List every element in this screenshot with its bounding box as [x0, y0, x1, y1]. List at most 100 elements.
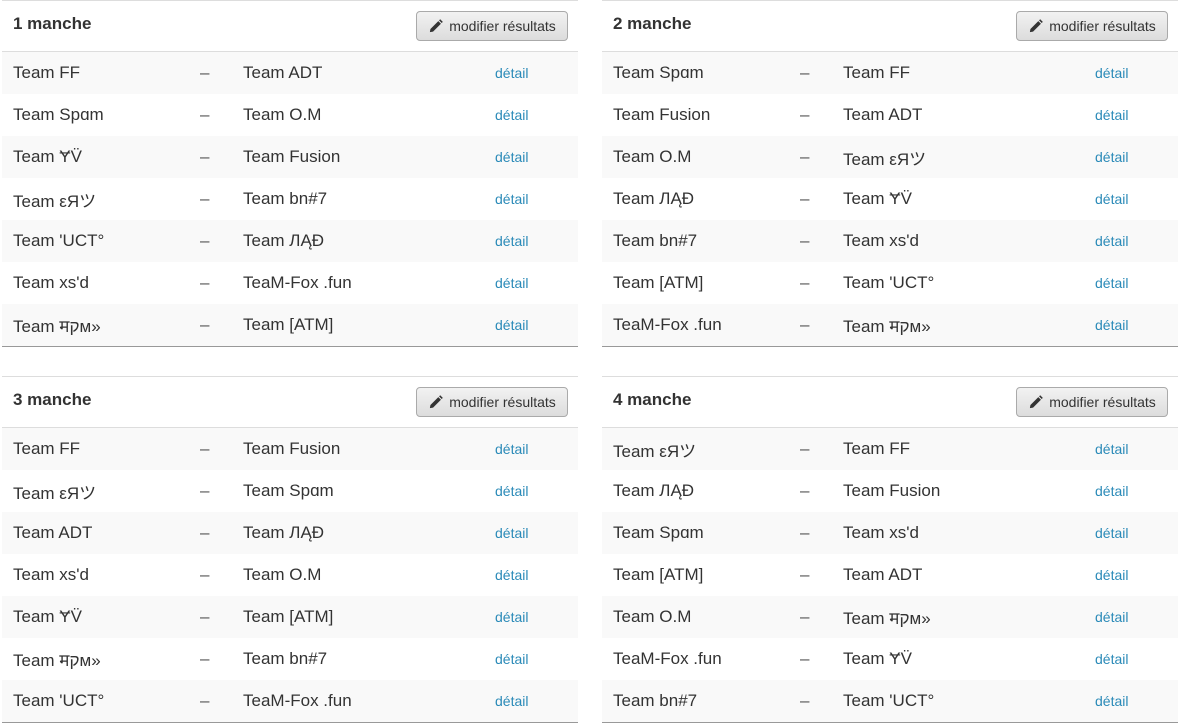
- detail-link[interactable]: détail: [1095, 651, 1128, 667]
- edit-results-button[interactable]: modifier résultats: [1016, 11, 1168, 41]
- detail-link[interactable]: détail: [1095, 233, 1128, 249]
- pencil-icon: [428, 394, 444, 410]
- detail-link[interactable]: détail: [495, 65, 528, 81]
- pencil-icon: [1028, 18, 1044, 34]
- home-team: Team bn#7: [613, 231, 698, 250]
- detail-link[interactable]: détail: [495, 651, 528, 667]
- away-team: Team [ATM]: [243, 315, 334, 334]
- versus-separator: –: [200, 231, 210, 250]
- away-team: Team मקм»: [843, 608, 931, 628]
- detail-link[interactable]: détail: [1095, 483, 1128, 499]
- versus-separator: –: [200, 565, 210, 584]
- match-row: Team Spɑm – Team O.M détail: [2, 94, 578, 136]
- detail-link[interactable]: détail: [1095, 693, 1128, 709]
- away-team: Team ADT: [843, 565, 923, 584]
- detail-link[interactable]: détail: [495, 275, 528, 291]
- away-team: Team [ATM]: [243, 607, 334, 626]
- match-row: Team O.M – Team मקм» détail: [602, 596, 1178, 638]
- match-row: Team [ATM] – Team 'UCT° détail: [602, 262, 1178, 304]
- home-team: Team xs'd: [13, 273, 89, 292]
- away-team: Team ADT: [243, 63, 323, 82]
- edit-results-button[interactable]: modifier résultats: [416, 387, 568, 417]
- detail-link[interactable]: détail: [1095, 275, 1128, 291]
- away-team: Team ɎV̈: [843, 189, 912, 208]
- home-team: Team Spɑm: [13, 105, 104, 124]
- versus-separator: –: [200, 189, 210, 208]
- match-list: Team FF – Team ADT détail Team Spɑm – Team O.M…: [2, 52, 578, 346]
- home-team: Team ɎV̈: [13, 607, 82, 626]
- round-panel: 3 manche modifier résultats Team FF – Team F…: [2, 376, 578, 723]
- detail-link[interactable]: détail: [1095, 149, 1128, 165]
- edit-results-label: modifier résultats: [449, 18, 556, 34]
- away-team: Team ЛĄÐ: [243, 231, 325, 250]
- away-team: Team xs'd: [843, 523, 919, 542]
- detail-link[interactable]: détail: [495, 149, 528, 165]
- detail-link[interactable]: détail: [495, 693, 528, 709]
- away-team: Team 'UCT°: [843, 273, 935, 292]
- detail-link[interactable]: détail: [495, 567, 528, 583]
- away-team: Team xs'd: [843, 231, 919, 250]
- detail-link[interactable]: détail: [1095, 567, 1128, 583]
- home-team: Team εЯツ: [13, 191, 97, 211]
- away-team: Team Fusion: [843, 481, 941, 500]
- detail-link[interactable]: détail: [495, 107, 528, 123]
- round-title: 2 manche: [613, 14, 692, 33]
- detail-link[interactable]: détail: [495, 483, 528, 499]
- away-team: Team ɎV̈: [843, 649, 912, 668]
- edit-results-label: modifier résultats: [1049, 394, 1156, 410]
- match-row: Team [ATM] – Team ADT détail: [602, 554, 1178, 596]
- away-team: Team Fusion: [243, 147, 341, 166]
- versus-separator: –: [800, 439, 810, 458]
- match-row: Team bn#7 – Team 'UCT° détail: [602, 680, 1178, 722]
- match-row: Team ɎV̈ – Team [ATM] détail: [2, 596, 578, 638]
- away-team: Team 'UCT°: [843, 691, 935, 710]
- versus-separator: –: [800, 607, 810, 626]
- home-team: Team ɎV̈: [13, 147, 82, 166]
- home-team: Team ЛĄÐ: [613, 481, 695, 500]
- detail-link[interactable]: détail: [495, 441, 528, 457]
- versus-separator: –: [200, 315, 210, 334]
- match-row: Team FF – Team ADT détail: [2, 52, 578, 94]
- away-team: Team मקм»: [843, 316, 931, 336]
- home-team: TeaM-Fox .fun: [613, 649, 722, 668]
- detail-link[interactable]: détail: [495, 317, 528, 333]
- home-team: Team Spɑm: [613, 523, 704, 542]
- detail-link[interactable]: détail: [1095, 107, 1128, 123]
- home-team: Team ЛĄÐ: [613, 189, 695, 208]
- detail-link[interactable]: détail: [1095, 317, 1128, 333]
- home-team: Team मקм»: [13, 316, 101, 336]
- detail-link[interactable]: détail: [495, 191, 528, 207]
- versus-separator: –: [800, 63, 810, 82]
- round-title: 3 manche: [13, 390, 92, 409]
- home-team: Team FF: [13, 63, 81, 82]
- versus-separator: –: [800, 691, 810, 710]
- detail-link[interactable]: détail: [1095, 191, 1128, 207]
- away-team: Team ADT: [843, 105, 923, 124]
- away-team: Team Fusion: [243, 439, 341, 458]
- detail-link[interactable]: détail: [1095, 65, 1128, 81]
- match-row: Team O.M – Team εЯツ détail: [602, 136, 1178, 178]
- round-panel: 1 manche modifier résultats Team FF – Team A…: [2, 0, 578, 347]
- match-row: Team ЛĄÐ – Team ɎV̈ détail: [602, 178, 1178, 220]
- home-team: Team 'UCT°: [13, 691, 105, 710]
- detail-link[interactable]: détail: [1095, 525, 1128, 541]
- detail-link[interactable]: détail: [1095, 441, 1128, 457]
- edit-results-button[interactable]: modifier résultats: [1016, 387, 1168, 417]
- home-team: Team εЯツ: [613, 441, 697, 461]
- versus-separator: –: [800, 189, 810, 208]
- versus-separator: –: [800, 649, 810, 668]
- home-team: Team εЯツ: [13, 483, 97, 503]
- away-team: Team O.M: [243, 565, 322, 584]
- detail-link[interactable]: détail: [1095, 609, 1128, 625]
- home-team: Team [ATM]: [613, 273, 704, 292]
- edit-results-button[interactable]: modifier résultats: [416, 11, 568, 41]
- home-team: Team ADT: [13, 523, 93, 542]
- away-team: Team FF: [843, 63, 911, 82]
- home-team: Team O.M: [613, 147, 692, 166]
- detail-link[interactable]: détail: [495, 525, 528, 541]
- detail-link[interactable]: détail: [495, 609, 528, 625]
- detail-link[interactable]: détail: [495, 233, 528, 249]
- match-row: Team 'UCT° – Team ЛĄÐ détail: [2, 220, 578, 262]
- edit-results-label: modifier résultats: [1049, 18, 1156, 34]
- versus-separator: –: [200, 481, 210, 500]
